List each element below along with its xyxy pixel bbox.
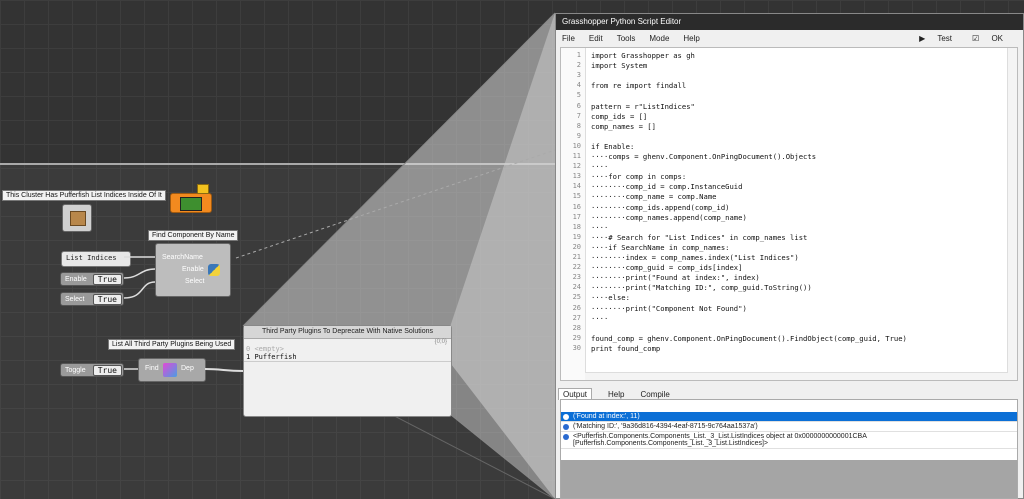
output-row[interactable]: <Pufferfish.Components.Components_List._… [561, 432, 1017, 449]
code-line: ····for comp in comps: [591, 172, 687, 182]
output-list[interactable]: ('Found at index:', 11) ('Matching ID:',… [560, 399, 1018, 499]
line-number: 5 [576, 91, 581, 100]
line-number: 22 [572, 263, 581, 272]
menu-mode[interactable]: Mode [649, 34, 669, 43]
line-number: 28 [572, 323, 581, 332]
code-line: import Grasshopper as gh [591, 51, 695, 60]
panel-row-0: 0 <empty> [246, 345, 284, 353]
line-number: 3 [576, 71, 581, 80]
code-line: pattern = r"ListIndices" [591, 101, 695, 111]
line-number: 7 [576, 111, 581, 120]
code-line: found_comp = ghenv.Component.OnPingDocum… [591, 333, 907, 343]
output-row[interactable]: ('Found at index:', 11) [561, 412, 1017, 422]
line-number: 20 [572, 242, 581, 251]
code-line: ···· [591, 222, 609, 232]
play-icon: ▶ [919, 33, 926, 43]
menu-tools[interactable]: Tools [617, 34, 636, 43]
line-number: 30 [572, 343, 581, 352]
code-line: ···· [591, 313, 609, 323]
code-line: ····# Search for "List Indices" in comp_… [591, 232, 808, 242]
line-number: 12 [572, 162, 581, 171]
line-number: 2 [576, 61, 581, 70]
line-number: 25 [572, 293, 581, 302]
line-number: 14 [572, 182, 581, 191]
line-number: 29 [572, 333, 581, 342]
menu-file[interactable]: File [562, 34, 575, 43]
info-icon [563, 414, 569, 420]
code-line: ········print("Component Not Found") [591, 303, 747, 313]
line-number: 26 [572, 303, 581, 312]
third-party-panel-title: Third Party Plugins To Deprecate With Na… [244, 326, 451, 339]
line-number: 1 [576, 51, 581, 59]
menu-edit[interactable]: Edit [589, 34, 603, 43]
ok-icon: ☑ [972, 33, 980, 43]
output-row[interactable]: ('Matching ID:', '9a36d816-4394-4eaf-871… [561, 422, 1017, 432]
info-icon [563, 434, 569, 440]
menu-help[interactable]: Help [683, 34, 699, 43]
tab-compile[interactable]: Compile [640, 390, 669, 399]
tab-help[interactable]: Help [608, 390, 624, 399]
code-vertical-scrollbar[interactable] [1007, 48, 1017, 380]
code-line: from re import findall [591, 81, 687, 91]
line-number: 19 [572, 232, 581, 241]
code-line: ········index = comp_names.index("List I… [591, 253, 799, 262]
line-number: 13 [572, 172, 581, 181]
line-number: 10 [572, 141, 581, 150]
code-line: if Enable: [591, 141, 635, 151]
wires-plugins [124, 368, 244, 372]
output-empty-area [561, 460, 1017, 498]
code-editor[interactable]: 1 2 3 4 5 6 7 8 9 10 11 12 13 14 15 16 17 18 19 20 21 22 23 24 2… [560, 47, 1018, 381]
info-icon [563, 424, 569, 430]
line-number: 15 [572, 192, 581, 201]
ok-button[interactable]: ☑ OK [972, 34, 1013, 43]
line-number: 11 [572, 152, 581, 160]
code-line: ········comp_guid = comp_ids[index] [591, 263, 743, 273]
code-line: ········comp_name = comp.Name [591, 192, 717, 202]
editor-title: Grasshopper Python Script Editor [556, 14, 1023, 30]
line-number: 8 [576, 121, 581, 130]
code-line: print found_comp [591, 343, 661, 353]
line-number: 27 [572, 313, 581, 322]
line-number: 17 [572, 212, 581, 221]
code-line: ········comp_id = comp.InstanceGuid [591, 182, 743, 192]
script-editor-window[interactable]: Grasshopper Python Script Editor File Ed… [555, 13, 1024, 499]
code-line: ········print("Found at index:", index) [591, 273, 760, 283]
code-line: import System [591, 61, 648, 71]
line-number: 18 [572, 222, 581, 231]
code-line: comp_names = [] [591, 121, 656, 131]
line-number: 4 [576, 81, 581, 90]
code-line: ···· [591, 162, 609, 172]
code-horizontal-scrollbar[interactable] [585, 372, 1008, 380]
code-line: comp_ids = [] [591, 111, 648, 121]
code-line: ········comp_ids.append(comp_id) [591, 202, 730, 212]
third-party-panel[interactable]: Third Party Plugins To Deprecate With Na… [243, 325, 452, 417]
line-number: 16 [572, 202, 581, 211]
code-line: ········comp_names.append(comp_name) [591, 212, 747, 222]
line-number: 24 [572, 283, 581, 292]
line-number: 6 [576, 101, 581, 110]
code-line: ····else: [591, 293, 630, 303]
test-button[interactable]: ▶ Test [919, 34, 962, 43]
line-number: 21 [572, 253, 581, 261]
code-line: ········print("Matching ID:", comp_guid.… [591, 283, 812, 293]
code-line: ····if SearchName in comp_names: [591, 242, 730, 252]
line-number: 23 [572, 273, 581, 282]
editor-menubar: File Edit Tools Mode Help ▶ Test ☑ OK [556, 30, 1023, 46]
line-number-gutter: 1 2 3 4 5 6 7 8 9 10 11 12 13 14 15 16 17 18 19 20 21 22 23 24 2… [561, 48, 586, 380]
panel-row-1: 1 Pufferfish [244, 353, 451, 362]
code-line: ····comps = ghenv.Component.OnPingDocume… [591, 152, 817, 161]
line-number: 9 [576, 131, 581, 140]
